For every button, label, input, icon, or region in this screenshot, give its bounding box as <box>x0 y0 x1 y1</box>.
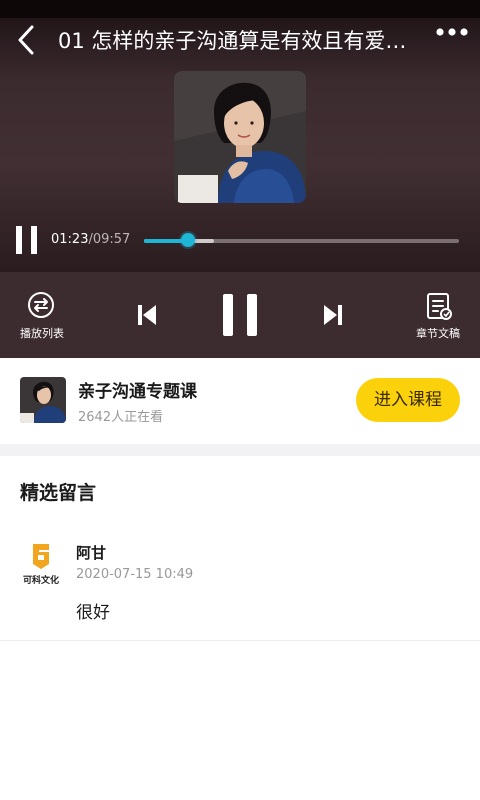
course-thumbnail <box>20 377 66 423</box>
featured-comments-section: 精选留言 可科文化 阿甘 2020-07-15 10:49 很好 <box>0 456 480 800</box>
pause-small-button[interactable] <box>14 226 40 254</box>
lesson-cover-image <box>174 71 306 203</box>
progress-slider[interactable] <box>144 233 459 247</box>
avatar-caption: 可科文化 <box>23 574 59 586</box>
playback-time: 01:23/09:57 <box>51 232 130 247</box>
comment-separator <box>0 640 480 641</box>
audio-player-header: 01 怎样的亲子沟通算是有效且有爱… 01:23/09:57 <box>0 0 480 272</box>
next-track-icon[interactable] <box>323 303 343 327</box>
status-bar <box>0 0 480 18</box>
playlist-icon[interactable] <box>26 290 56 320</box>
current-time: 01:23 <box>51 232 89 247</box>
course-title[interactable]: 亲子沟通专题课 <box>78 377 197 402</box>
previous-track-icon[interactable] <box>137 303 157 327</box>
more-options-icon[interactable] <box>432 26 472 42</box>
pause-button[interactable] <box>222 294 258 336</box>
section-divider <box>0 444 480 456</box>
comment-text: 很好 <box>76 603 110 623</box>
transcript-icon[interactable] <box>426 292 452 322</box>
playlist-label[interactable]: 播放列表 <box>20 325 64 341</box>
total-time: 09:57 <box>92 232 131 247</box>
comment-item: 可科文化 阿甘 2020-07-15 10:49 很好 <box>0 532 480 642</box>
comment-timestamp: 2020-07-15 10:49 <box>76 567 194 582</box>
lesson-title: 01 怎样的亲子沟通算是有效且有爱… <box>58 29 407 53</box>
course-card[interactable]: 亲子沟通专题课 2642人正在看 进入课程 <box>0 358 480 444</box>
section-title: 精选留言 <box>20 482 97 504</box>
playback-controls: 播放列表 章节文稿 <box>0 272 480 358</box>
avatar[interactable]: 可科文化 <box>18 541 64 587</box>
transcript-label[interactable]: 章节文稿 <box>416 325 460 341</box>
comment-author[interactable]: 阿甘 <box>76 542 106 563</box>
viewer-count: 2642人正在看 <box>78 410 164 425</box>
back-icon[interactable] <box>12 24 44 56</box>
progress-knob[interactable] <box>180 233 195 247</box>
enter-course-button[interactable]: 进入课程 <box>356 378 460 422</box>
